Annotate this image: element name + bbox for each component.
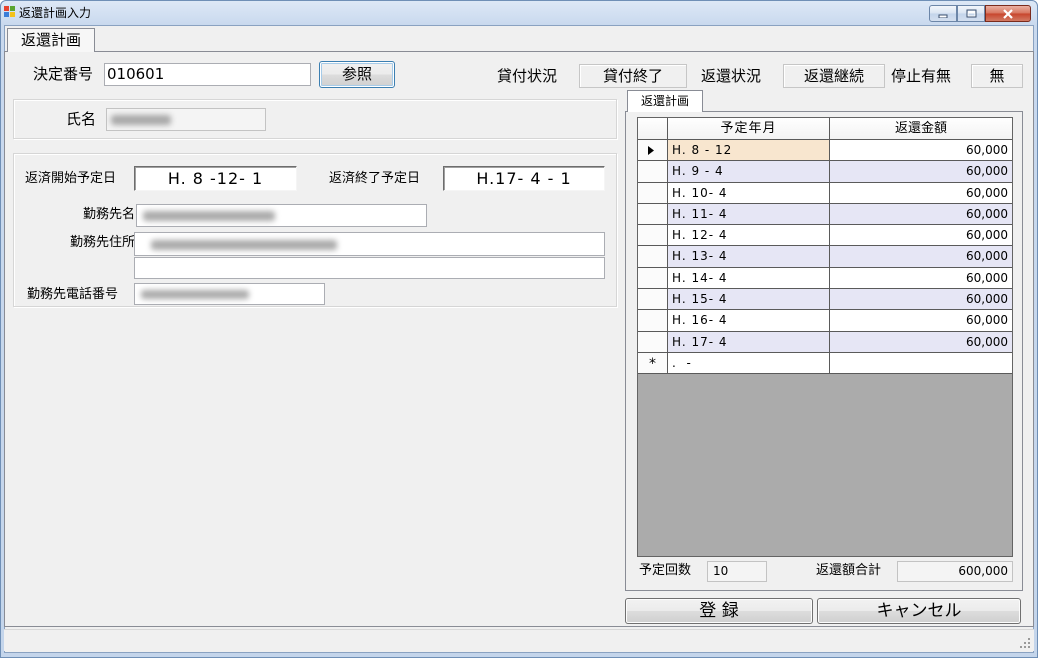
close-button[interactable] bbox=[985, 5, 1031, 22]
table-row[interactable]: H. 14- 4 60,000 bbox=[638, 267, 1012, 290]
plan-grid[interactable]: 予定年月 返還金額 H. 8 - 12 60,000 H. 9 - 4 60,0… bbox=[637, 117, 1013, 557]
redacted-text bbox=[141, 290, 249, 299]
current-row-indicator-icon bbox=[648, 146, 654, 155]
maximize-button[interactable] bbox=[957, 5, 985, 22]
grid-header-row: 予定年月 返還金額 bbox=[638, 118, 1012, 140]
status-bar bbox=[4, 629, 1034, 651]
count-value: 10 bbox=[707, 561, 767, 582]
total-value: 600,000 bbox=[897, 561, 1013, 582]
table-row[interactable]: H. 11- 4 60,000 bbox=[638, 203, 1012, 226]
app-icon bbox=[4, 6, 15, 17]
table-row[interactable]: H. 9 - 4 60,000 bbox=[638, 161, 1012, 183]
row-header[interactable] bbox=[638, 140, 668, 162]
maximize-icon bbox=[966, 9, 976, 18]
row-header[interactable] bbox=[638, 331, 668, 353]
cell-amount[interactable]: 60,000 bbox=[830, 203, 1012, 226]
row-header[interactable] bbox=[638, 182, 668, 204]
cell-date[interactable]: H. 8 - 12 bbox=[668, 140, 830, 162]
cell-amount[interactable]: 60,000 bbox=[830, 225, 1012, 247]
close-icon bbox=[1003, 8, 1013, 19]
cell-amount[interactable]: 60,000 bbox=[830, 246, 1012, 268]
repayment-status-label: 返還状況 bbox=[701, 67, 762, 85]
suspension-label: 停止有無 bbox=[891, 67, 952, 85]
grid-corner-header bbox=[638, 118, 668, 140]
row-header[interactable] bbox=[638, 310, 668, 332]
cell-date[interactable]: H. 16- 4 bbox=[668, 310, 830, 332]
start-date-value: H. 8 -12- 1 bbox=[134, 166, 297, 191]
cell-amount[interactable]: 60,000 bbox=[830, 140, 1012, 162]
row-header[interactable] bbox=[638, 246, 668, 268]
cancel-button[interactable]: キャンセル bbox=[817, 598, 1021, 624]
employer-address-input-1[interactable] bbox=[134, 232, 605, 256]
new-row-date-cell[interactable]: . - bbox=[668, 352, 830, 375]
redacted-text bbox=[111, 115, 171, 125]
new-row-marker[interactable]: * bbox=[638, 352, 668, 375]
cell-date[interactable]: H. 11- 4 bbox=[668, 203, 830, 226]
employer-address-input-2[interactable] bbox=[134, 257, 605, 279]
cell-amount[interactable]: 60,000 bbox=[830, 289, 1012, 311]
new-row-amount-cell[interactable] bbox=[830, 352, 1012, 375]
table-row[interactable]: H. 15- 4 60,000 bbox=[638, 289, 1012, 311]
window-title: 返還計画入力 bbox=[19, 6, 92, 20]
table-row[interactable]: H. 17- 4 60,000 bbox=[638, 331, 1012, 353]
cell-amount[interactable]: 60,000 bbox=[830, 182, 1012, 204]
row-header[interactable] bbox=[638, 225, 668, 247]
cell-date[interactable]: H. 15- 4 bbox=[668, 289, 830, 311]
table-row[interactable]: H. 13- 4 60,000 bbox=[638, 246, 1012, 268]
cell-date[interactable]: H. 13- 4 bbox=[668, 246, 830, 268]
resize-grip-icon[interactable] bbox=[1020, 638, 1031, 649]
column-header-amount[interactable]: 返還金額 bbox=[830, 118, 1012, 140]
suspension-value: 無 bbox=[971, 64, 1023, 88]
cell-date[interactable]: H. 14- 4 bbox=[668, 267, 830, 290]
minimize-button[interactable] bbox=[929, 5, 957, 22]
tab-plan-inner[interactable]: 返還計画 bbox=[627, 90, 703, 112]
row-header[interactable] bbox=[638, 161, 668, 183]
cell-amount[interactable]: 60,000 bbox=[830, 161, 1012, 183]
table-row[interactable]: H. 8 - 12 60,000 bbox=[638, 140, 1012, 162]
repayment-status-value: 返還継続 bbox=[783, 64, 885, 88]
reference-button[interactable]: 参照 bbox=[319, 61, 395, 88]
end-date-value: H.17- 4 - 1 bbox=[443, 166, 605, 191]
row-header[interactable] bbox=[638, 267, 668, 290]
cell-date[interactable]: H. 12- 4 bbox=[668, 225, 830, 247]
table-row[interactable]: H. 12- 4 60,000 bbox=[638, 225, 1012, 247]
cell-date[interactable]: H. 10- 4 bbox=[668, 182, 830, 204]
employer-address-label: 勤務先住所 bbox=[69, 235, 135, 250]
name-field[interactable] bbox=[106, 108, 266, 131]
loan-status-label: 貸付状況 bbox=[497, 67, 558, 85]
cell-amount[interactable]: 60,000 bbox=[830, 267, 1012, 290]
end-date-label: 返済終了予定日 bbox=[329, 171, 421, 186]
redacted-text bbox=[151, 240, 337, 250]
cell-amount[interactable]: 60,000 bbox=[830, 331, 1012, 353]
minimize-icon bbox=[938, 14, 948, 18]
decision-no-input[interactable]: 010601 bbox=[104, 63, 311, 86]
start-date-label: 返済開始予定日 bbox=[25, 171, 117, 186]
employer-label: 勤務先名 bbox=[82, 207, 135, 222]
column-header-date[interactable]: 予定年月 bbox=[668, 118, 830, 140]
tab-repayment-plan[interactable]: 返還計画 bbox=[7, 28, 95, 52]
cell-date[interactable]: H. 9 - 4 bbox=[668, 161, 830, 183]
name-panel bbox=[13, 99, 617, 139]
redacted-text bbox=[143, 211, 275, 221]
application-window: 返還計画入力 返還計画 決定番号 010601 参照 貸付状況 貸付終了 返還状… bbox=[0, 0, 1038, 658]
row-header[interactable] bbox=[638, 289, 668, 311]
register-button[interactable]: 登 録 bbox=[625, 598, 813, 624]
table-row[interactable]: H. 10- 4 60,000 bbox=[638, 182, 1012, 204]
row-header[interactable] bbox=[638, 203, 668, 226]
new-row[interactable]: * . - bbox=[638, 352, 1012, 375]
cell-date[interactable]: H. 17- 4 bbox=[668, 331, 830, 353]
employer-phone-input[interactable] bbox=[134, 283, 325, 305]
loan-status-value: 貸付終了 bbox=[579, 64, 687, 88]
count-label: 予定回数 bbox=[639, 563, 692, 578]
name-label: 氏名 bbox=[66, 110, 97, 128]
title-bar[interactable]: 返還計画入力 bbox=[1, 1, 1037, 25]
decision-no-label: 決定番号 bbox=[33, 65, 94, 83]
employer-input[interactable] bbox=[136, 204, 427, 227]
employer-phone-label: 勤務先電話番号 bbox=[27, 287, 119, 302]
total-label: 返還額合計 bbox=[816, 563, 882, 578]
table-row[interactable]: H. 16- 4 60,000 bbox=[638, 310, 1012, 332]
cell-amount[interactable]: 60,000 bbox=[830, 310, 1012, 332]
